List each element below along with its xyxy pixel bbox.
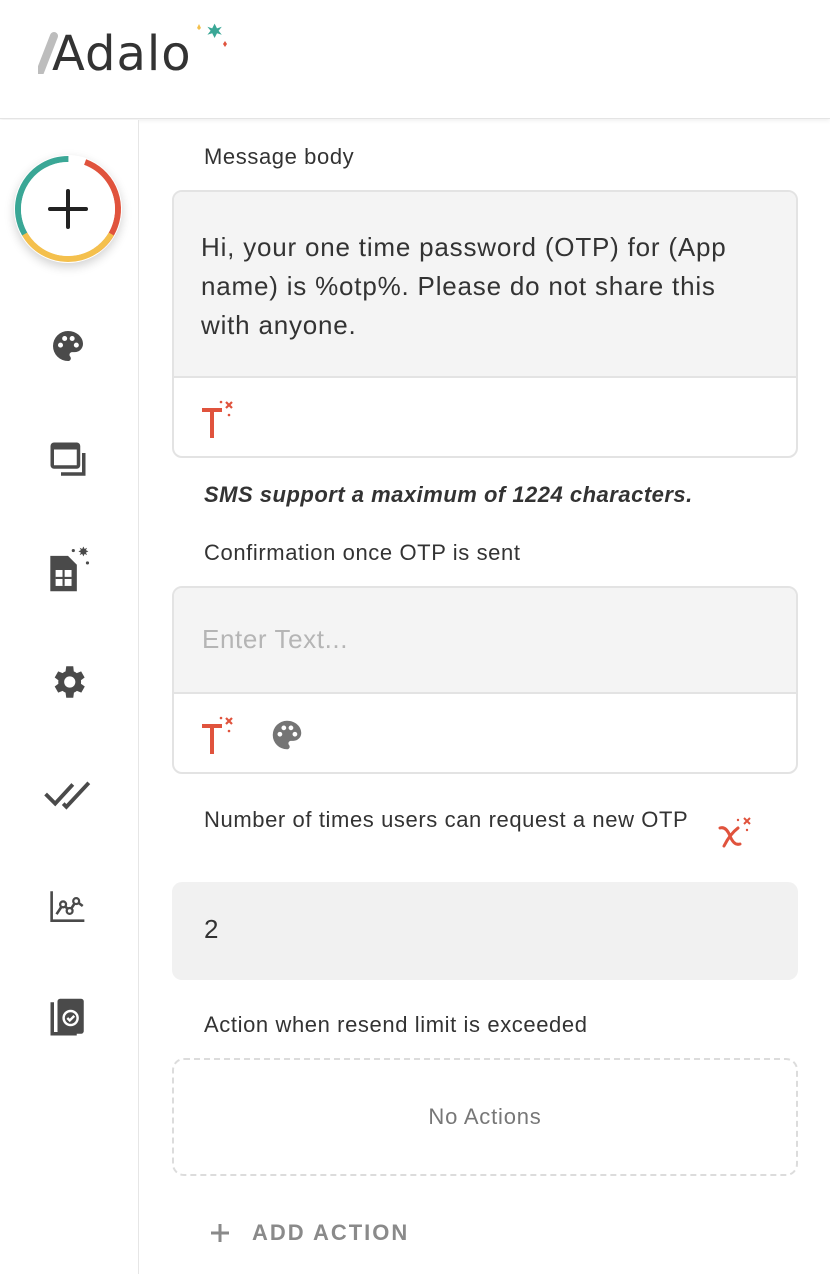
left-sidebar (0, 120, 139, 1274)
message-body-field[interactable]: Hi, your one time password (OTP) for (Ap… (172, 190, 798, 458)
screens-icon[interactable] (44, 436, 92, 484)
settings-icon[interactable] (44, 658, 92, 706)
adalo-logo[interactable]: Adalo (38, 22, 238, 82)
logo-sparkle-icon (197, 23, 227, 47)
confirmation-label: Confirmation once OTP is sent (204, 540, 521, 565)
magic-variable-icon[interactable] (716, 814, 756, 852)
resend-count-label: Number of times users can request a new … (204, 807, 689, 832)
no-actions-text: No Actions (428, 1104, 542, 1129)
plus-icon (14, 156, 121, 262)
message-body-textarea[interactable]: Hi, your one time password (OTP) for (Ap… (174, 192, 796, 378)
confirmation-input[interactable]: Enter Text... (174, 588, 796, 694)
message-body-text[interactable]: Hi, your one time password (OTP) for (Ap… (174, 192, 796, 345)
add-action-button[interactable]: ADD ACTION (208, 1220, 409, 1246)
sms-limit-note: SMS support a maximum of 1224 characters… (204, 482, 693, 507)
resend-count-input[interactable]: 2 (172, 882, 798, 980)
text-style-palette-icon[interactable] (268, 716, 306, 754)
add-component-button[interactable] (14, 155, 122, 263)
form-panel: Message body Hi, your one time password … (140, 120, 830, 1274)
confirmation-placeholder[interactable]: Enter Text... (174, 588, 796, 691)
confirmation-field[interactable]: Enter Text... (172, 586, 798, 774)
branding-palette-icon[interactable] (44, 322, 92, 370)
app-header: Adalo (0, 0, 830, 119)
analytics-icon[interactable] (44, 882, 92, 930)
add-action-label: ADD ACTION (252, 1220, 410, 1245)
magic-text-icon[interactable] (200, 398, 240, 440)
exceeded-action-label: Action when resend limit is exceeded (204, 1012, 588, 1037)
message-body-label: Message body (204, 144, 355, 169)
confirmation-toolbar (174, 694, 796, 772)
checkmarks-icon[interactable] (44, 770, 92, 818)
database-icon[interactable] (44, 546, 92, 594)
magic-text-icon[interactable] (200, 714, 240, 756)
actions-dropzone: No Actions (172, 1058, 798, 1176)
plus-icon (211, 1224, 229, 1242)
message-body-toolbar (174, 378, 796, 456)
publish-icon[interactable] (44, 994, 92, 1042)
logo-text: Adalo (52, 26, 192, 82)
